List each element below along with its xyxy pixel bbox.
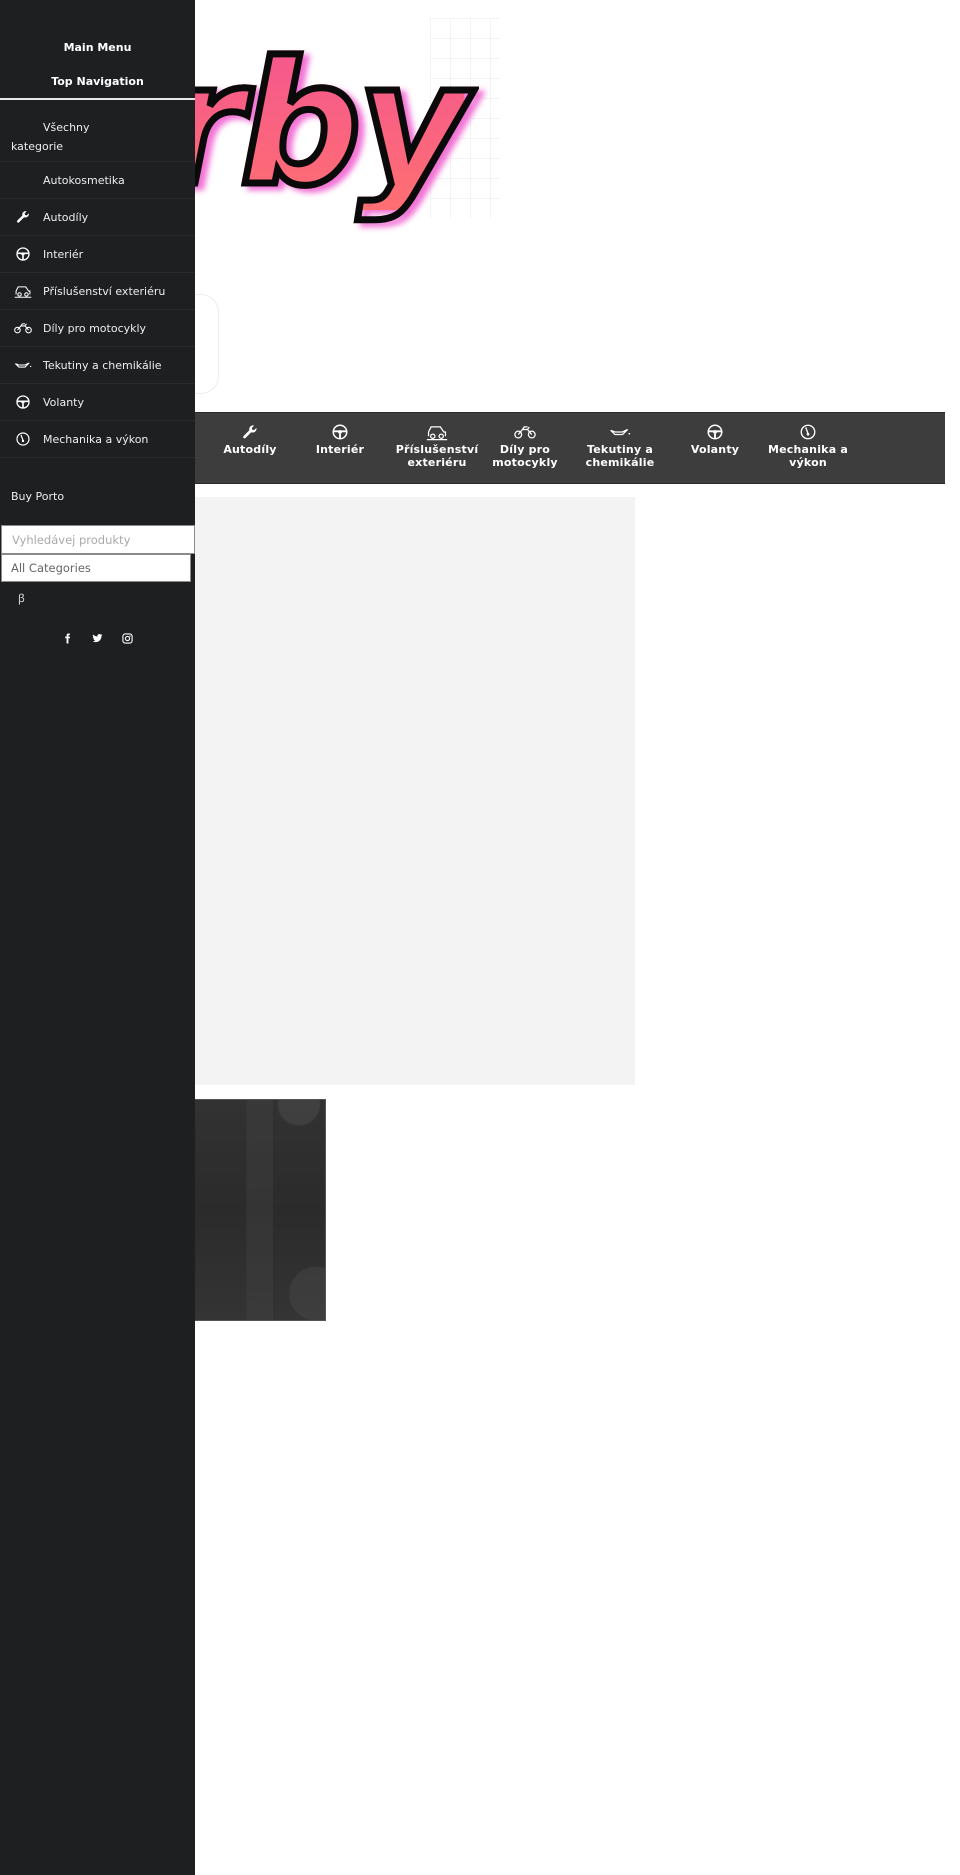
misc-glyph: ꞵ xyxy=(18,592,25,605)
sidebar-item-dily-pro-motocykly[interactable]: Díly pro motocykly xyxy=(0,310,195,347)
sidebar-item-label: Tekutiny a chemikálie xyxy=(43,358,162,372)
catnav-item-tekutiny-a-chemikalie[interactable]: Tekutiny a chemikálie xyxy=(565,413,675,485)
wrench-icon xyxy=(13,209,33,225)
sidebar-item-label: Díly pro motocykly xyxy=(43,321,147,335)
slider-placeholder xyxy=(150,497,635,1085)
facebook-icon[interactable] xyxy=(62,632,74,644)
catnav-item-dily-pro-motocykly[interactable]: Díly pro motocykly xyxy=(470,413,580,485)
buy-porto-link[interactable]: Buy Porto xyxy=(11,490,64,503)
sidebar-item-label: Interiér xyxy=(43,247,84,261)
catnav-label: Tekutiny a xyxy=(587,443,653,456)
category-nav-bar: a Autodíly Interiér Příslušenství exteri… xyxy=(150,412,945,484)
car-icon xyxy=(426,423,448,441)
motorcycle-icon xyxy=(514,423,536,441)
category-select-value: All Categories xyxy=(11,561,91,575)
tab-main-menu[interactable]: Main Menu xyxy=(0,41,195,54)
product-search-input[interactable] xyxy=(1,525,195,554)
sidebar-item-label-line2: kategorie xyxy=(11,140,64,153)
steering-wheel-icon xyxy=(329,423,351,441)
sidebar-item-autodily[interactable]: Autodíly xyxy=(0,199,195,236)
twitter-icon[interactable] xyxy=(92,632,104,644)
sidebar-item-autokosmetika[interactable]: Autokosmetika xyxy=(0,162,195,199)
site-logo[interactable]: rby xyxy=(160,0,520,280)
sidebar-item-vsechny-kategorie[interactable]: Všechny kategorie xyxy=(0,100,195,162)
sidebar-item-tekutiny-a-chemikalie[interactable]: Tekutiny a chemikálie xyxy=(0,347,195,384)
catnav-label: Mechanika a xyxy=(768,443,848,456)
oil-can-icon xyxy=(13,357,33,373)
sidebar-item-label: Příslušenství exteriéru xyxy=(43,284,166,298)
oil-can-icon xyxy=(609,423,631,441)
logo-text: rby xyxy=(160,26,472,224)
instagram-icon[interactable] xyxy=(122,632,134,644)
catnav-item-interier[interactable]: Interiér xyxy=(285,413,395,485)
sidebar-item-label: Všechny xyxy=(43,121,90,134)
catnav-item-mechanika-a-vykon[interactable]: Mechanika a výkon xyxy=(753,413,863,485)
sidebar-item-label: Autokosmetika xyxy=(43,173,125,187)
category-select[interactable]: All Categories xyxy=(1,554,191,582)
sidebar-item-label: Volanty xyxy=(43,395,84,409)
gauge-icon xyxy=(13,431,33,447)
catnav-label-line2: výkon xyxy=(789,456,827,469)
sidebar-item-interier[interactable]: Interiér xyxy=(0,236,195,273)
steering-wheel-icon xyxy=(13,246,33,262)
sidebar-menu: Všechny kategorie Autokosmetika Autodíly… xyxy=(0,100,195,458)
catnav-label-line2: motocykly xyxy=(492,456,558,469)
catnav-label: Interiér xyxy=(315,443,365,456)
mobile-sidebar: Main Menu Top Navigation Všechny kategor… xyxy=(0,0,195,1875)
motorcycle-icon xyxy=(13,320,33,336)
steering-wheel-icon xyxy=(704,423,726,441)
sidebar-item-mechanika-a-vykon[interactable]: Mechanika a výkon xyxy=(0,421,195,458)
catnav-label-line2: chemikálie xyxy=(585,456,655,469)
sidebar-item-label: Mechanika a výkon xyxy=(43,432,149,446)
social-links xyxy=(0,632,195,644)
steering-wheel-icon xyxy=(13,394,33,410)
sidebar-item-label: Autodíly xyxy=(43,210,89,224)
tab-top-navigation[interactable]: Top Navigation xyxy=(0,75,195,88)
sidebar-item-prislusenstvi-exterieru[interactable]: Příslušenství exteriéru xyxy=(0,273,195,310)
catnav-label: Díly pro xyxy=(499,443,551,456)
wrench-icon xyxy=(239,423,261,441)
gauge-icon xyxy=(797,423,819,441)
car-icon xyxy=(13,283,33,299)
sidebar-item-volanty[interactable]: Volanty xyxy=(0,384,195,421)
